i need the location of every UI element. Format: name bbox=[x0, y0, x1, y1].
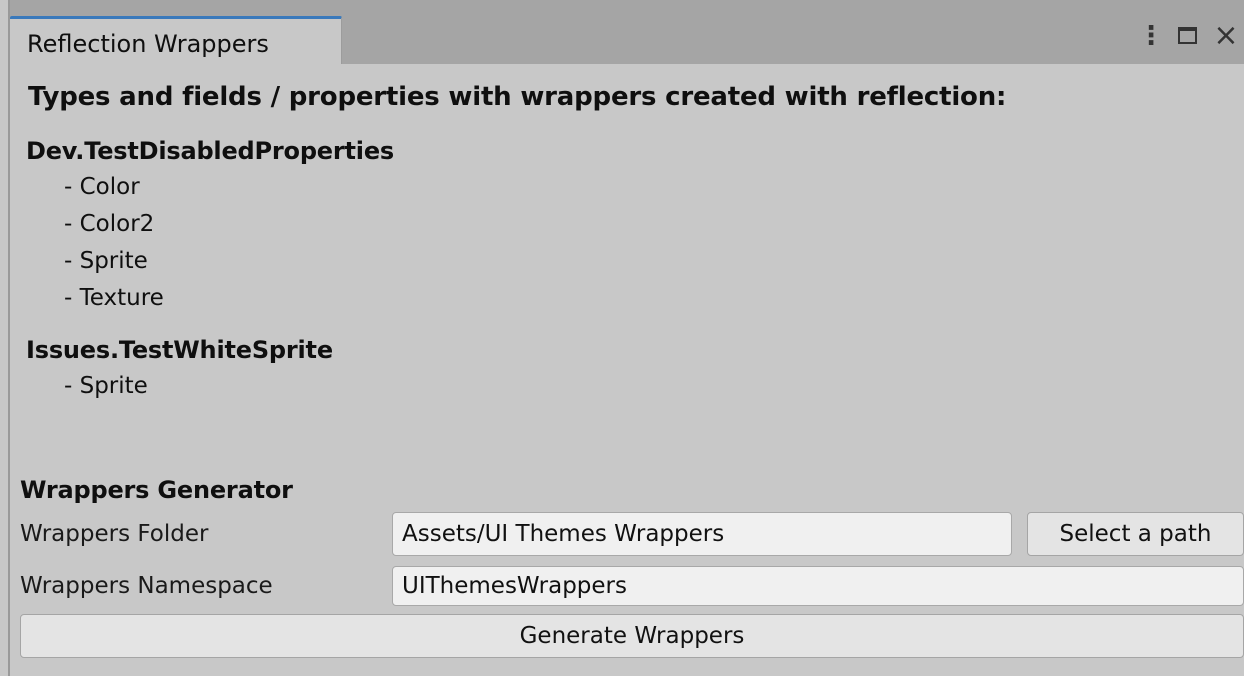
page-title: Types and fields / properties with wrapp… bbox=[28, 82, 1007, 112]
tab-label: Reflection Wrappers bbox=[27, 30, 269, 58]
tab-reflection-wrappers[interactable]: Reflection Wrappers bbox=[10, 16, 342, 64]
tab-bar: Reflection Wrappers ⋮ × bbox=[10, 0, 1244, 64]
wrappers-generator-header: Wrappers Generator bbox=[20, 476, 293, 504]
maximize-icon[interactable] bbox=[1176, 20, 1202, 52]
wrappers-folder-input[interactable] bbox=[392, 512, 1012, 556]
select-path-button[interactable]: Select a path bbox=[1027, 512, 1244, 556]
field-item: - Color bbox=[64, 174, 140, 200]
type-name: Issues.TestWhiteSprite bbox=[26, 336, 333, 364]
field-item: - Color2 bbox=[64, 211, 155, 237]
field-item: - Sprite bbox=[64, 373, 148, 399]
field-item: - Texture bbox=[64, 285, 164, 311]
more-options-icon[interactable]: ⋮ bbox=[1138, 20, 1164, 52]
generate-wrappers-button[interactable]: Generate Wrappers bbox=[20, 614, 1244, 658]
field-item: - Sprite bbox=[64, 248, 148, 274]
close-icon[interactable]: × bbox=[1213, 20, 1239, 52]
reflection-wrappers-window: Reflection Wrappers ⋮ × Types and fields… bbox=[8, 0, 1244, 676]
wrappers-folder-label: Wrappers Folder bbox=[20, 521, 209, 547]
wrappers-namespace-label: Wrappers Namespace bbox=[20, 573, 273, 599]
wrappers-namespace-input[interactable] bbox=[392, 566, 1244, 606]
type-name: Dev.TestDisabledProperties bbox=[26, 137, 394, 165]
